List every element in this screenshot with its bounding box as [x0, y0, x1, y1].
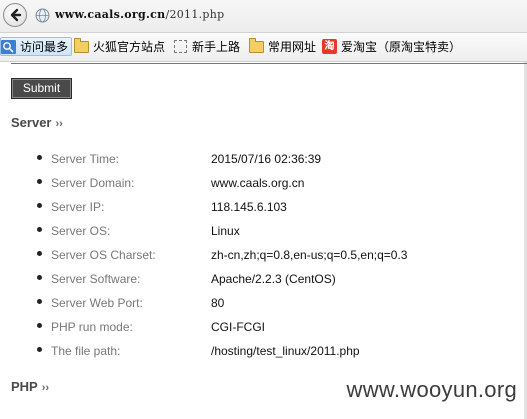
list-item: Server Domain: www.caals.org.cn [0, 172, 527, 196]
bullet-icon [37, 323, 42, 328]
browser-window: www.caals.org.cn/2011.php 访问最多 火狐官方站点 新手… [0, 0, 527, 419]
server-info-list: Server Time: 2015/07/16 02:36:39 Server … [0, 148, 527, 364]
blank-page-icon [174, 40, 187, 53]
list-item: Server OS Charset: zh-cn,zh;q=0.8,en-us;… [0, 244, 527, 268]
file-path-label: The file path: [51, 344, 121, 358]
php-run-mode-label: PHP run mode: [51, 320, 133, 334]
double-chevron-right-icon: ›› [55, 118, 63, 130]
php-heading-text: PHP [11, 379, 38, 394]
bookmark-label: 访问最多 [20, 40, 69, 54]
server-web-port-value: 80 [211, 296, 225, 310]
bookmark-label: 火狐官方站点 [93, 40, 166, 54]
globe-icon [35, 8, 50, 23]
server-os-label: Server OS: [51, 224, 111, 238]
back-button[interactable] [3, 3, 27, 27]
bookmark-label: 常用网址 [268, 40, 317, 54]
file-path-value: /hosting/test_linux/2011.php [211, 344, 360, 358]
server-os-charset-value: zh-cn,zh;q=0.8,en-us;q=0.5,en;q=0.3 [211, 248, 408, 262]
server-time-value: 2015/07/16 02:36:39 [211, 152, 322, 166]
server-software-value: Apache/2.2.3 (CentOS) [211, 272, 336, 286]
folder-icon [74, 37, 89, 53]
divider [11, 63, 527, 64]
bookmark-most-visited[interactable]: 访问最多 [0, 37, 73, 56]
bullet-icon [37, 155, 42, 160]
bookmark-common-sites[interactable]: 常用网址 [249, 37, 317, 55]
bullet-icon [37, 275, 42, 280]
submit-button[interactable]: Submit [11, 78, 72, 99]
bullet-icon [37, 179, 42, 184]
php-section-heading[interactable]: PHP ›› [11, 379, 49, 394]
watermark: www.wooyun.org [346, 377, 517, 402]
server-os-value: Linux [211, 224, 240, 238]
server-web-port-label: Server Web Port: [51, 296, 143, 310]
list-item: Server IP: 118.145.6.103 [0, 196, 527, 220]
list-item: The file path: /hosting/test_linux/2011.… [0, 340, 527, 364]
server-software-label: Server Software: [51, 272, 141, 286]
bookmark-firefox-official[interactable]: 火狐官方站点 [74, 37, 166, 55]
address-url[interactable]: www.caals.org.cn/2011.php [55, 8, 225, 21]
list-item: Server Time: 2015/07/16 02:36:39 [0, 148, 527, 172]
server-heading-text: Server [11, 115, 52, 130]
list-item: Server Software: Apache/2.2.3 (CentOS) [0, 268, 527, 292]
bullet-icon [37, 299, 42, 304]
bullet-icon [37, 227, 42, 232]
list-item: PHP run mode: CGI-FCGI [0, 316, 527, 340]
bullet-icon [37, 347, 42, 352]
taobao-icon: 淘 [322, 39, 337, 54]
url-domain: www.caals.org.cn [55, 8, 166, 21]
bookmark-label: 爱淘宝（原淘宝特卖） [341, 40, 462, 54]
list-item: Server OS: Linux [0, 220, 527, 244]
server-domain-label: Server Domain: [51, 176, 135, 190]
server-time-label: Server Time: [51, 152, 120, 166]
server-ip-value: 118.145.6.103 [211, 200, 287, 214]
back-arrow-icon [10, 8, 22, 22]
url-path: /2011.php [165, 8, 225, 21]
server-os-charset-label: Server OS Charset: [51, 248, 156, 262]
folder-icon [249, 37, 264, 53]
server-ip-label: Server IP: [51, 200, 105, 214]
bookmarks-toolbar: 访问最多 火狐官方站点 新手上路 常用网址 淘 爱淘宝（原淘宝特卖） [0, 33, 527, 62]
server-section-heading[interactable]: Server ›› [11, 115, 63, 130]
php-run-mode-value: CGI-FCGI [211, 320, 265, 334]
search-icon [1, 39, 16, 54]
bookmark-getting-started[interactable]: 新手上路 [174, 38, 240, 55]
server-domain-value: www.caals.org.cn [211, 176, 305, 190]
double-chevron-right-icon: ›› [41, 382, 50, 394]
bullet-icon [37, 251, 42, 256]
bookmark-label: 新手上路 [192, 40, 241, 54]
bookmark-ai-taobao[interactable]: 淘 爱淘宝（原淘宝特卖） [322, 38, 461, 55]
list-item: Server Web Port: 80 [0, 292, 527, 316]
address-bar: www.caals.org.cn/2011.php [0, 0, 527, 33]
bullet-icon [37, 203, 42, 208]
